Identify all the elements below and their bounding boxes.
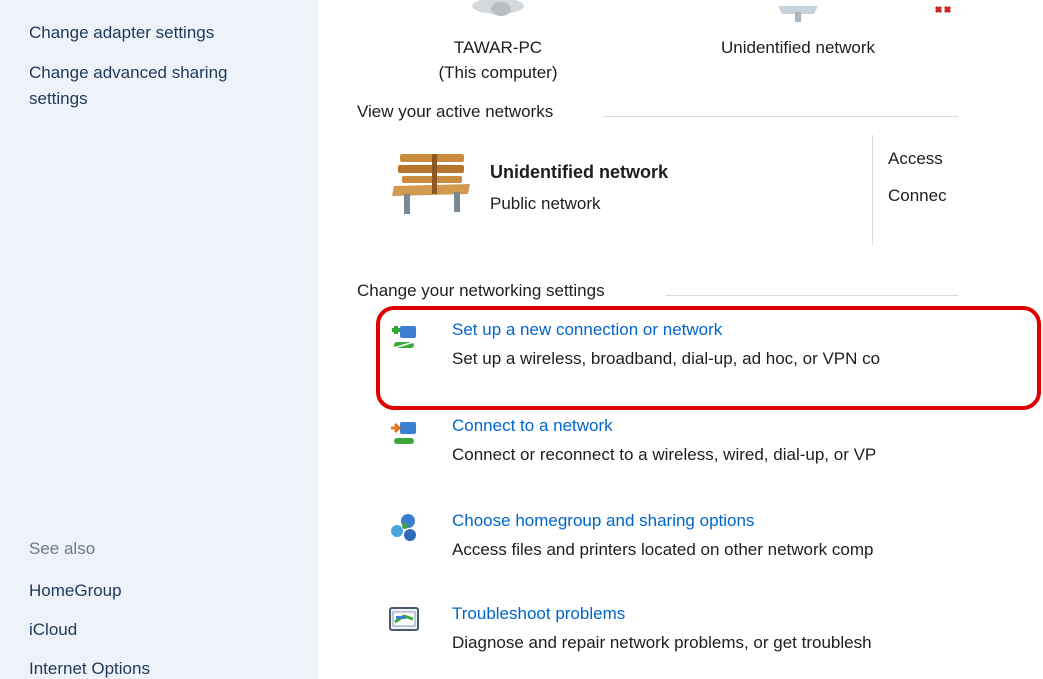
computer-name-label: TAWAR-PC: [453, 38, 543, 57]
heading-divider: [603, 116, 958, 117]
troubleshoot-problems-link[interactable]: Troubleshoot problems: [452, 604, 625, 624]
task-homegroup: Choose homegroup and sharing options Acc…: [388, 511, 958, 565]
active-networks-heading: View your active networks: [357, 102, 554, 121]
left-nav-pane: Change adapter settings Change advanced …: [0, 0, 318, 679]
change-adapter-settings-link[interactable]: Change adapter settings: [29, 20, 214, 45]
highlight-annotation: [376, 306, 1041, 410]
network-details-divider: [872, 135, 873, 245]
access-type-label: Access: [888, 149, 943, 168]
active-network-type-link[interactable]: Public network: [490, 194, 601, 214]
change-advanced-sharing-settings-link[interactable]: Change advanced sharing: [29, 60, 227, 85]
icloud-link[interactable]: iCloud: [29, 617, 77, 642]
homegroup-link[interactable]: HomeGroup: [29, 578, 122, 603]
connect-network-icon: [388, 416, 420, 448]
homegroup-icon: [388, 511, 420, 543]
connect-to-network-description: Connect or reconnect to a wireless, wire…: [452, 445, 877, 464]
main-content: TAWAR-PC (This computer) Unidentified ne…: [318, 0, 1043, 679]
homegroup-sharing-options-link[interactable]: Choose homegroup and sharing options: [452, 511, 754, 531]
internet-options-link[interactable]: Internet Options: [29, 656, 150, 679]
troubleshoot-problems-description: Diagnose and repair network problems, or…: [452, 633, 872, 652]
disconnected-x-icon: [934, 4, 952, 24]
connections-label: Connec: [888, 186, 947, 205]
computer-icon: [468, 0, 528, 27]
task-connect-network: Connect to a network Connect or reconnec…: [388, 416, 958, 470]
active-network-name: Unidentified network: [490, 162, 669, 182]
homegroup-sharing-options-description: Access files and printers located on oth…: [452, 540, 874, 559]
change-advanced-sharing-settings-link-line2[interactable]: settings: [29, 86, 88, 111]
public-network-bench-icon: [390, 150, 474, 223]
network-icon: [768, 0, 828, 27]
heading-divider: [666, 295, 958, 296]
unidentified-network-map-label: Unidentified network: [720, 38, 876, 57]
this-computer-label: (This computer): [438, 63, 558, 82]
see-also-heading: See also: [29, 539, 96, 558]
troubleshoot-icon: [388, 604, 420, 636]
change-settings-heading: Change your networking settings: [357, 281, 605, 300]
task-troubleshoot: Troubleshoot problems Diagnose and repai…: [388, 604, 958, 658]
connect-to-network-link[interactable]: Connect to a network: [452, 416, 613, 436]
